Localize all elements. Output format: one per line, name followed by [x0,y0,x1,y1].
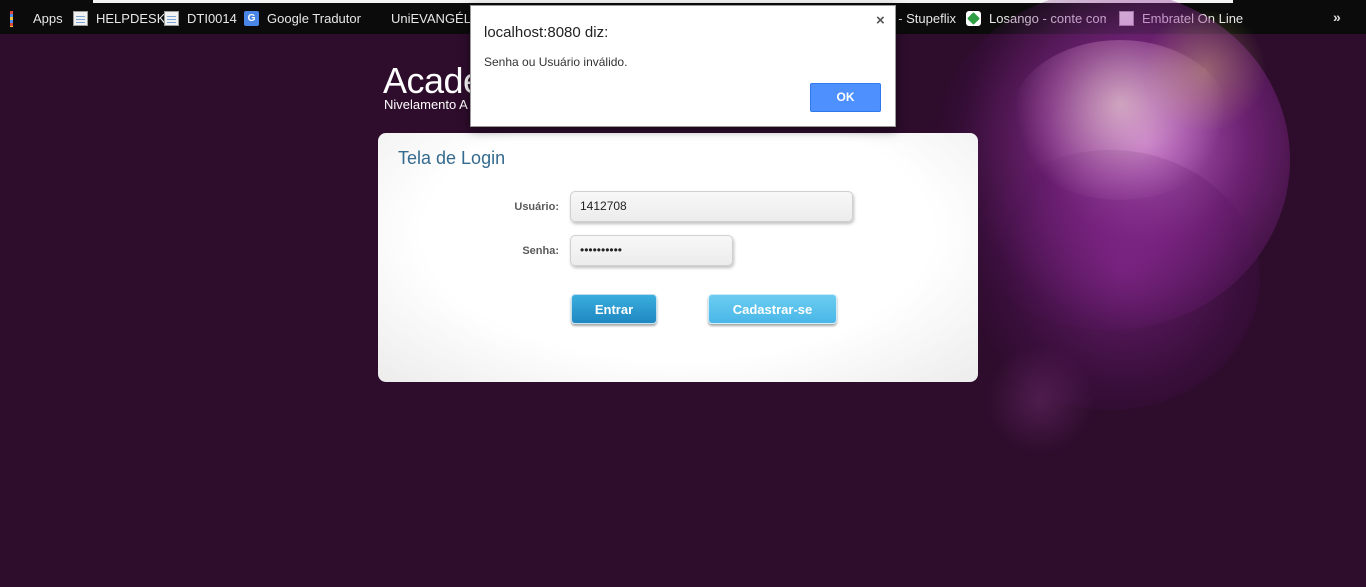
site-title: Acade [383,60,483,101]
bookmark-label: UniEVANGÉLICA [391,10,470,26]
bookmark-unievangelica[interactable]: UniEVANGÉLICA [368,9,470,27]
tab-strip-edge [93,0,1233,3]
bookmarks-more-button[interactable]: » [1333,9,1341,25]
password-label: Senha: [522,245,559,257]
page-icon [73,10,88,26]
login-panel: Tela de Login Usuário: 1412708 Senha: ••… [378,133,978,382]
bookmark-label: Losango - conte com [989,10,1106,26]
background-glow [960,150,1260,410]
bookmark-label: DTI0014 [187,10,237,26]
bookmark-label: Embratel On Line [1142,10,1244,26]
bookmark-embratel[interactable]: Embratel On Line [1119,9,1243,27]
bookmark-label: Google Tradutor [267,10,361,26]
bookmark-helpdesk[interactable]: HELPDESK [73,9,165,27]
enter-button[interactable]: Entrar [571,294,657,324]
bookmark-label: s - Stupeflix [896,10,956,26]
password-input[interactable]: •••••••••• [570,235,733,266]
background-glow [985,345,1095,455]
bookmark-label: Apps [33,10,63,26]
alert-title: localhost:8080 diz: [484,24,609,41]
register-button[interactable]: Cadastrar-se [708,294,837,324]
user-label: Usuário: [514,201,559,213]
close-icon[interactable]: × [876,12,885,29]
losango-icon [966,10,981,26]
apps-grid-icon [10,10,25,27]
page-icon [164,10,179,26]
bookmark-dti0014[interactable]: DTI0014 [164,9,237,27]
alert-message: Senha ou Usuário inválido. [484,55,628,69]
bookmark-label: HELPDESK [96,10,166,26]
ok-button[interactable]: OK [810,83,881,112]
site-subtitle: Nivelamento A [384,97,468,112]
user-input[interactable]: 1412708 [570,191,853,222]
background-glow [1010,40,1230,200]
univ-logo-icon [368,12,383,27]
page-icon [1119,10,1134,26]
bookmark-losango[interactable]: Losango - conte com [966,9,1106,27]
bookmark-stupeflix[interactable]: s - Stupeflix [896,9,956,27]
background-glow [930,0,1290,330]
bookmark-google-tradutor[interactable]: G Google Tradutor [244,9,361,27]
alert-dialog: localhost:8080 diz: × Senha ou Usuário i… [470,5,896,127]
bookmark-apps[interactable]: Apps [10,9,63,27]
login-title: Tela de Login [398,148,506,168]
google-translate-icon: G [244,10,259,26]
